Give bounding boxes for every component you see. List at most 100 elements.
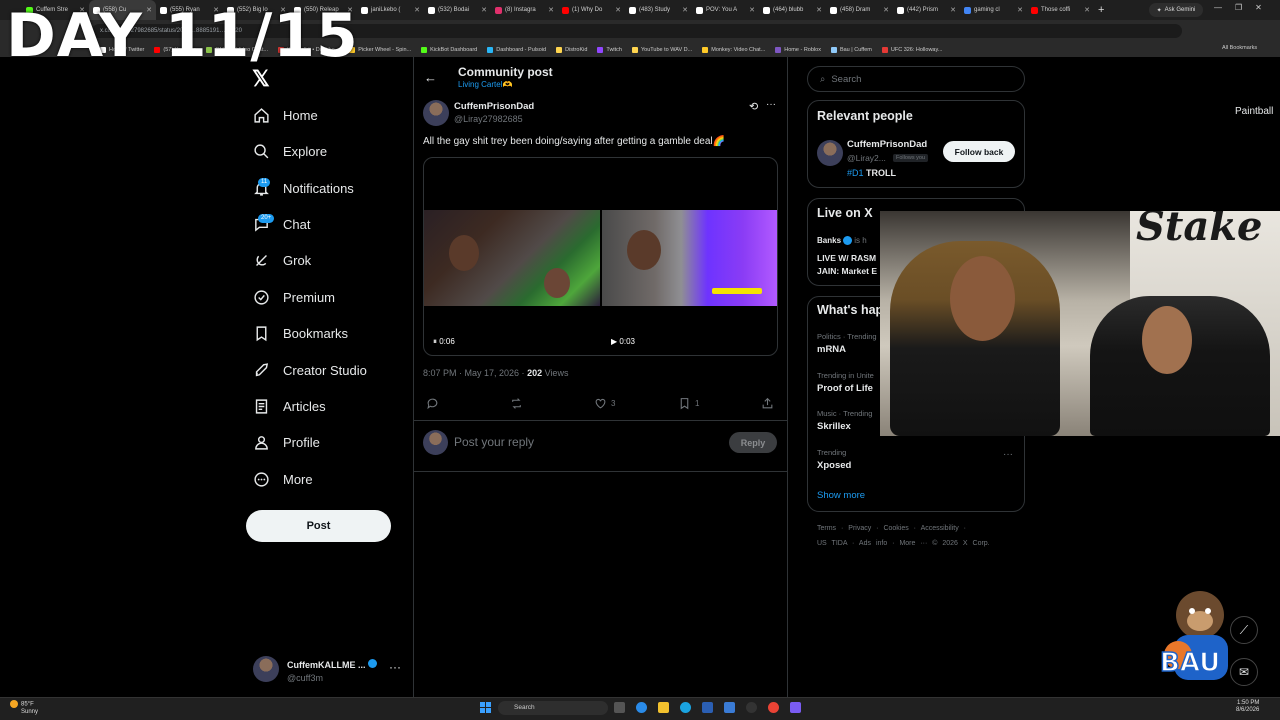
bookmark-item[interactable]: Bau | Cuffem — [830, 46, 872, 53]
post-more-icon[interactable]: ··· — [766, 99, 776, 110]
account-switcher[interactable]: CuffemKALLME ... @cuff3m — [253, 655, 403, 683]
nav-item-bookmarks[interactable]: Bookmarks — [253, 318, 348, 348]
taskbar-search[interactable]: Search — [498, 701, 608, 715]
tab-close-icon[interactable]: ✕ — [1017, 6, 1023, 14]
browser-tab[interactable]: (1) Why Do ✕ — [558, 0, 625, 20]
browser-tab[interactable]: (483) Study ✕ — [625, 0, 692, 20]
bookmark-item[interactable]: DistroKid — [556, 46, 587, 53]
follow-back-button[interactable]: Follow back — [943, 141, 1015, 162]
live-host[interactable]: Banks is h — [817, 236, 867, 246]
post-media[interactable] — [423, 157, 778, 356]
community-name-link[interactable]: Living Cartel🫶 — [458, 80, 512, 89]
browser-tab[interactable]: janiLkebo (✕ — [357, 0, 424, 20]
browser-tab[interactable]: (532) Bodai ✕ — [424, 0, 491, 20]
browser-tab[interactable]: (458) Dram ✕ — [826, 0, 893, 20]
bookmark-item[interactable]: UFC 326: Holloway... — [881, 46, 942, 53]
live-title-text[interactable]: LIVE W/ RASM JAIN: Market E — [817, 252, 887, 278]
trend-name[interactable]: mRNA — [817, 344, 846, 355]
show-more-link[interactable]: Show more — [817, 490, 865, 501]
nav-item-articles[interactable]: Articles — [253, 391, 326, 421]
video-duration-1: ⏸ 0:06 — [433, 337, 455, 346]
nav-item-notifications[interactable]: 11 Notifications — [253, 173, 354, 203]
obs-icon[interactable] — [746, 702, 757, 713]
store-icon[interactable] — [680, 702, 691, 713]
grok-icon[interactable]: ⟲ — [749, 100, 758, 113]
file-explorer-icon[interactable] — [658, 702, 669, 713]
messages-fab-icon[interactable]: ✉ — [1230, 658, 1258, 686]
nav-item-profile[interactable]: Profile — [253, 427, 320, 457]
reply-button[interactable]: Reply — [729, 432, 777, 453]
maximize-icon[interactable]: ❐ — [1235, 3, 1242, 12]
bookmark-item[interactable]: KickBot Dashboard — [421, 46, 477, 53]
close-icon[interactable]: ✕ — [1255, 3, 1262, 12]
tab-close-icon[interactable]: ✕ — [883, 6, 889, 14]
ask-gemini-button[interactable]: ✦ Ask Gemini — [1149, 3, 1203, 17]
reply-input[interactable]: Post your reply — [454, 435, 534, 449]
browser-tab[interactable]: gaming cl ✕ — [960, 0, 1027, 20]
app-icon[interactable] — [724, 702, 735, 713]
tab-close-icon[interactable]: ✕ — [950, 6, 956, 14]
author-avatar[interactable] — [423, 100, 449, 126]
nav-item-chat[interactable]: 20+ Chat — [253, 209, 310, 239]
minimize-icon[interactable]: — — [1214, 3, 1222, 12]
nav-item-explore[interactable]: Explore — [253, 136, 327, 166]
footer-links[interactable]: Terms · Privacy · Cookies · Accessibilit… — [817, 525, 966, 532]
account-more-icon[interactable]: ··· — [389, 660, 401, 674]
bookmark-item[interactable]: Monkey: Video Chat... — [702, 46, 765, 53]
bookmark-action[interactable]: 1 — [678, 397, 699, 410]
trend-name[interactable]: Xposed — [817, 460, 851, 471]
bookmark-item[interactable]: YouTube to WAV D... — [631, 46, 692, 53]
tab-close-icon[interactable]: ✕ — [816, 6, 822, 14]
tab-close-icon[interactable]: ✕ — [749, 6, 755, 14]
like-action[interactable]: 3 — [594, 397, 615, 410]
edge-icon[interactable] — [636, 702, 647, 713]
share-action[interactable] — [761, 397, 774, 410]
tab-close-icon[interactable]: ✕ — [414, 6, 420, 14]
bookmark-item[interactable]: Twitch — [597, 46, 622, 53]
repost-action[interactable] — [510, 397, 523, 410]
reply-action[interactable] — [426, 397, 439, 410]
nav-item-more[interactable]: More — [253, 464, 313, 494]
pause-icon[interactable]: ⏸ — [433, 337, 437, 346]
all-bookmarks-button[interactable]: All Bookmarks — [1222, 45, 1257, 51]
post-button[interactable]: Post — [246, 510, 391, 542]
back-arrow-icon[interactable]: ← — [424, 70, 437, 85]
word-icon[interactable] — [702, 702, 713, 713]
search-input[interactable]: ⌕ Search — [807, 66, 1025, 92]
trend-more-icon[interactable]: ··· — [1003, 449, 1013, 460]
tab-close-icon[interactable]: ✕ — [682, 6, 688, 14]
browser-tab[interactable]: POV: You A ✕ — [692, 0, 759, 20]
author-handle[interactable]: @Liray27982685 — [454, 114, 523, 124]
trend-name[interactable]: Proof of Life — [817, 383, 873, 394]
bookmark-item[interactable]: Dashboard - Pulsoid — [487, 46, 546, 53]
discord-icon[interactable] — [790, 702, 801, 713]
chrome-icon[interactable] — [768, 702, 779, 713]
tab-close-icon[interactable]: ✕ — [548, 6, 554, 14]
nav-item-home[interactable]: Home — [253, 100, 318, 130]
browser-tab[interactable]: Those coffi ✕ — [1027, 0, 1094, 20]
new-tab-button[interactable]: + — [1098, 4, 1104, 16]
tab-close-icon[interactable]: ✕ — [615, 6, 621, 14]
taskbar-clock[interactable]: 1:50 PM 8/6/2026 — [1236, 700, 1259, 714]
tab-close-icon[interactable]: ✕ — [481, 6, 487, 14]
video-thumbnail-2[interactable] — [602, 210, 777, 306]
play-icon[interactable]: ▶ — [611, 337, 617, 346]
bookmark-item[interactable]: Home - Roblox — [775, 46, 821, 53]
task-view-icon[interactable] — [614, 702, 625, 713]
browser-tab[interactable]: (442) Prism ✕ — [893, 0, 960, 20]
trend-name[interactable]: Skrillex — [817, 421, 851, 432]
weather-widget[interactable]: 85°F Sunny — [10, 700, 38, 716]
relevant-person-avatar[interactable] — [817, 140, 843, 166]
author-name[interactable]: CuffemPrisonDad — [454, 101, 534, 112]
nav-item-premium[interactable]: Premium — [253, 282, 335, 312]
footer-links-2[interactable]: US TIDA · Ads info · More ··· © 2026 X C… — [817, 540, 990, 547]
nav-item-grok[interactable]: Grok — [253, 245, 311, 275]
tab-close-icon[interactable]: ✕ — [1084, 6, 1090, 14]
nav-item-creator-studio[interactable]: Creator Studio — [253, 355, 367, 385]
windows-start-icon[interactable] — [480, 702, 491, 713]
grok-fab-icon[interactable]: ⟋ — [1230, 616, 1258, 644]
video-thumbnail-1[interactable] — [424, 210, 600, 306]
relevant-person-name[interactable]: CuffemPrisonDad — [847, 139, 927, 150]
browser-tab[interactable]: (464) blubb ✕ — [759, 0, 826, 20]
browser-tab[interactable]: (8) Instagra ✕ — [491, 0, 558, 20]
